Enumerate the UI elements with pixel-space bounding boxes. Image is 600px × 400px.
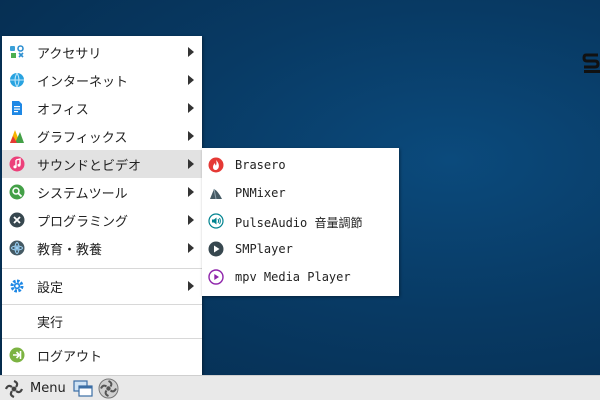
app-launcher-icon[interactable] [98,378,119,399]
submenu-item-pnmixer[interactable]: PNMixer [202,178,399,206]
internet-icon [10,72,24,88]
menu-item-run[interactable]: 実行 [2,307,202,335]
menu-item-label: オフィス [37,103,89,118]
sound-video-icon [9,156,25,172]
office-icon [12,101,22,115]
menu-item-label: ログアウト [37,350,103,365]
submenu-item-label: SMPlayer [235,242,293,256]
menu-item-logout[interactable]: ログアウト [2,341,202,369]
menu-separator [2,268,202,269]
menu-item-settings[interactable]: 設定 [2,272,202,300]
menu-item-education[interactable]: 教育・教養 [2,234,202,262]
taskbar: Menu [0,375,600,400]
application-menu: アクセサリ インターネット オフィス グラフィックス サウンドとビデオ システム… [2,36,202,375]
graphics-icon [10,130,24,143]
menu-item-label: 設定 [37,281,64,296]
menu-item-sound-video[interactable]: サウンドとビデオ [2,150,202,178]
mpv-icon [208,269,224,285]
menu-item-label: グラフィックス [37,131,128,146]
submenu-arrow-icon [188,131,194,141]
submenu-item-smplayer[interactable]: SMPlayer [202,234,399,262]
submenu-arrow-icon [188,281,194,291]
submenu-item-label: Brasero [235,158,286,172]
system-tools-icon [9,184,25,200]
logout-icon [9,347,25,363]
submenu-arrow-icon [188,215,194,225]
menu-item-graphics[interactable]: グラフィックス [2,122,202,150]
menu-item-programming[interactable]: プログラミング [2,206,202,234]
accessories-icon [10,45,24,58]
submenu-arrow-icon [188,159,194,169]
menu-item-internet[interactable]: インターネット [2,66,202,94]
submenu-item-label: PulseAudio 音量調節 [235,216,363,230]
submenu-item-label: PNMixer [235,186,286,200]
menu-item-office[interactable]: オフィス [2,94,202,122]
menu-item-label: システムツール [37,187,128,202]
menu-item-label: アクセサリ [37,47,102,62]
menu-item-label: プログラミング [37,215,129,230]
desktop-logo-icon [582,53,600,73]
smplayer-icon [208,241,224,257]
menu-item-label: 実行 [37,316,64,331]
submenu-arrow-icon [188,243,194,253]
sound-video-submenu: Brasero PNMixer PulseAudio 音量調節 SMPlayer… [202,148,399,296]
submenu-item-brasero[interactable]: Brasero [202,150,399,178]
submenu-item-label: mpv Media Player [235,270,351,284]
brasero-icon [208,157,224,173]
submenu-arrow-icon [188,75,194,85]
gear-icon [10,279,24,293]
menu-item-system-tools[interactable]: システムツール [2,178,202,206]
submenu-item-mpv[interactable]: mpv Media Player [202,262,399,290]
submenu-arrow-icon [188,47,194,57]
menu-item-accessories[interactable]: アクセサリ [2,38,202,66]
taskbar-menu-button[interactable]: Menu [30,381,66,396]
submenu-arrow-icon [188,187,194,197]
menu-item-label: サウンドとビデオ [37,159,142,174]
pnmixer-icon [210,188,222,200]
submenu-item-pulseaudio[interactable]: PulseAudio 音量調節 [202,206,399,234]
menu-item-label: 教育・教養 [37,243,103,258]
education-icon [9,240,25,256]
menu-separator [2,338,202,339]
show-desktop-icon[interactable] [73,379,93,398]
menu-logo-icon[interactable] [4,379,24,399]
programming-icon [9,212,25,228]
submenu-arrow-icon [188,103,194,113]
menu-item-label: インターネット [37,75,129,90]
menu-separator [2,304,202,305]
speaker-icon [208,213,224,229]
